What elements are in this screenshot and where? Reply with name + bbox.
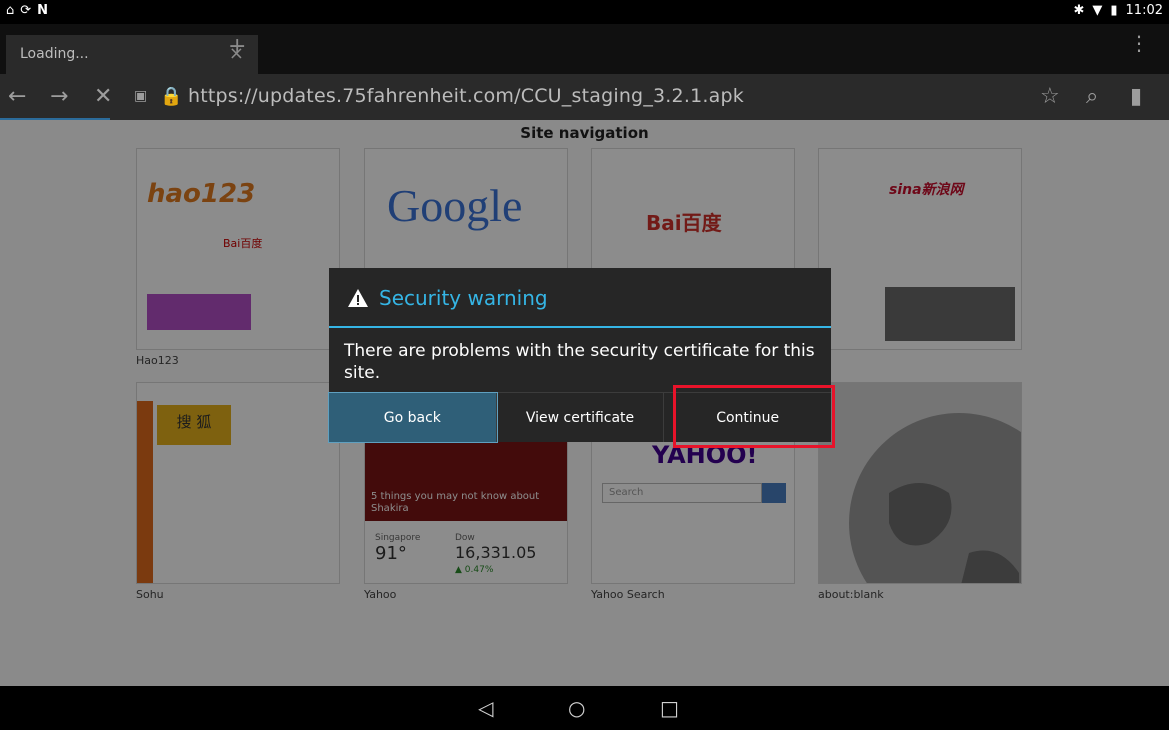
url-field[interactable]: https://updates.75fahrenheit.com/CCU_sta… [188, 85, 744, 107]
highlight-box [673, 385, 835, 448]
bookmarks-icon[interactable]: ▮ [1130, 84, 1142, 109]
status-icons-left: ⌂ ⟳ N [6, 3, 48, 18]
warning-icon [348, 289, 368, 307]
back-icon[interactable]: ← [8, 84, 26, 109]
recents-nav-icon[interactable]: □ [660, 696, 679, 720]
forward-icon[interactable]: → [50, 84, 68, 109]
site-info-icon[interactable]: ▣ [134, 88, 147, 104]
go-back-button[interactable]: Go back [328, 392, 498, 443]
lock-icon: 🔒 [160, 86, 183, 107]
view-certificate-button[interactable]: View certificate [497, 393, 665, 442]
new-tab-icon[interactable]: + [228, 34, 246, 59]
status-icons-right: ✱ ▼ ▮ 11:02 [1073, 3, 1163, 18]
tab-strip: Loading... × + ⋮ [0, 24, 1169, 74]
dialog-title: Security warning [379, 286, 548, 310]
stop-icon[interactable]: ✕ [94, 84, 112, 109]
dialog-header: Security warning [347, 286, 548, 310]
tab-loading[interactable]: Loading... × [6, 35, 258, 74]
status-bar: ⌂ ⟳ N ✱ ▼ ▮ 11:02 [0, 0, 1169, 24]
system-navigation-bar: ◁ ○ □ [0, 686, 1169, 730]
dialog-message: There are problems with the security cer… [344, 341, 815, 383]
search-icon[interactable]: ⌕ [1086, 84, 1098, 109]
wifi-icon: ▼ [1092, 3, 1103, 18]
address-bar: ← → ✕ ▣ 🔒 https://updates.75fahrenheit.c… [0, 74, 1169, 120]
home-nav-icon[interactable]: ○ [568, 696, 585, 720]
bluetooth-icon: ✱ [1073, 3, 1085, 18]
clock: 11:02 [1125, 3, 1163, 18]
overflow-menu-icon[interactable]: ⋮ [1129, 33, 1149, 53]
dialog-title-divider [329, 326, 831, 328]
tab-title: Loading... [20, 46, 89, 62]
back-nav-icon[interactable]: ◁ [478, 696, 493, 720]
alarm-icon: ⌂ [6, 3, 15, 18]
sync-icon: ⟳ [20, 3, 32, 18]
bookmark-star-icon[interactable]: ☆ [1040, 84, 1060, 109]
battery-icon: ▮ [1110, 3, 1118, 18]
nfc-icon: N [37, 3, 49, 18]
